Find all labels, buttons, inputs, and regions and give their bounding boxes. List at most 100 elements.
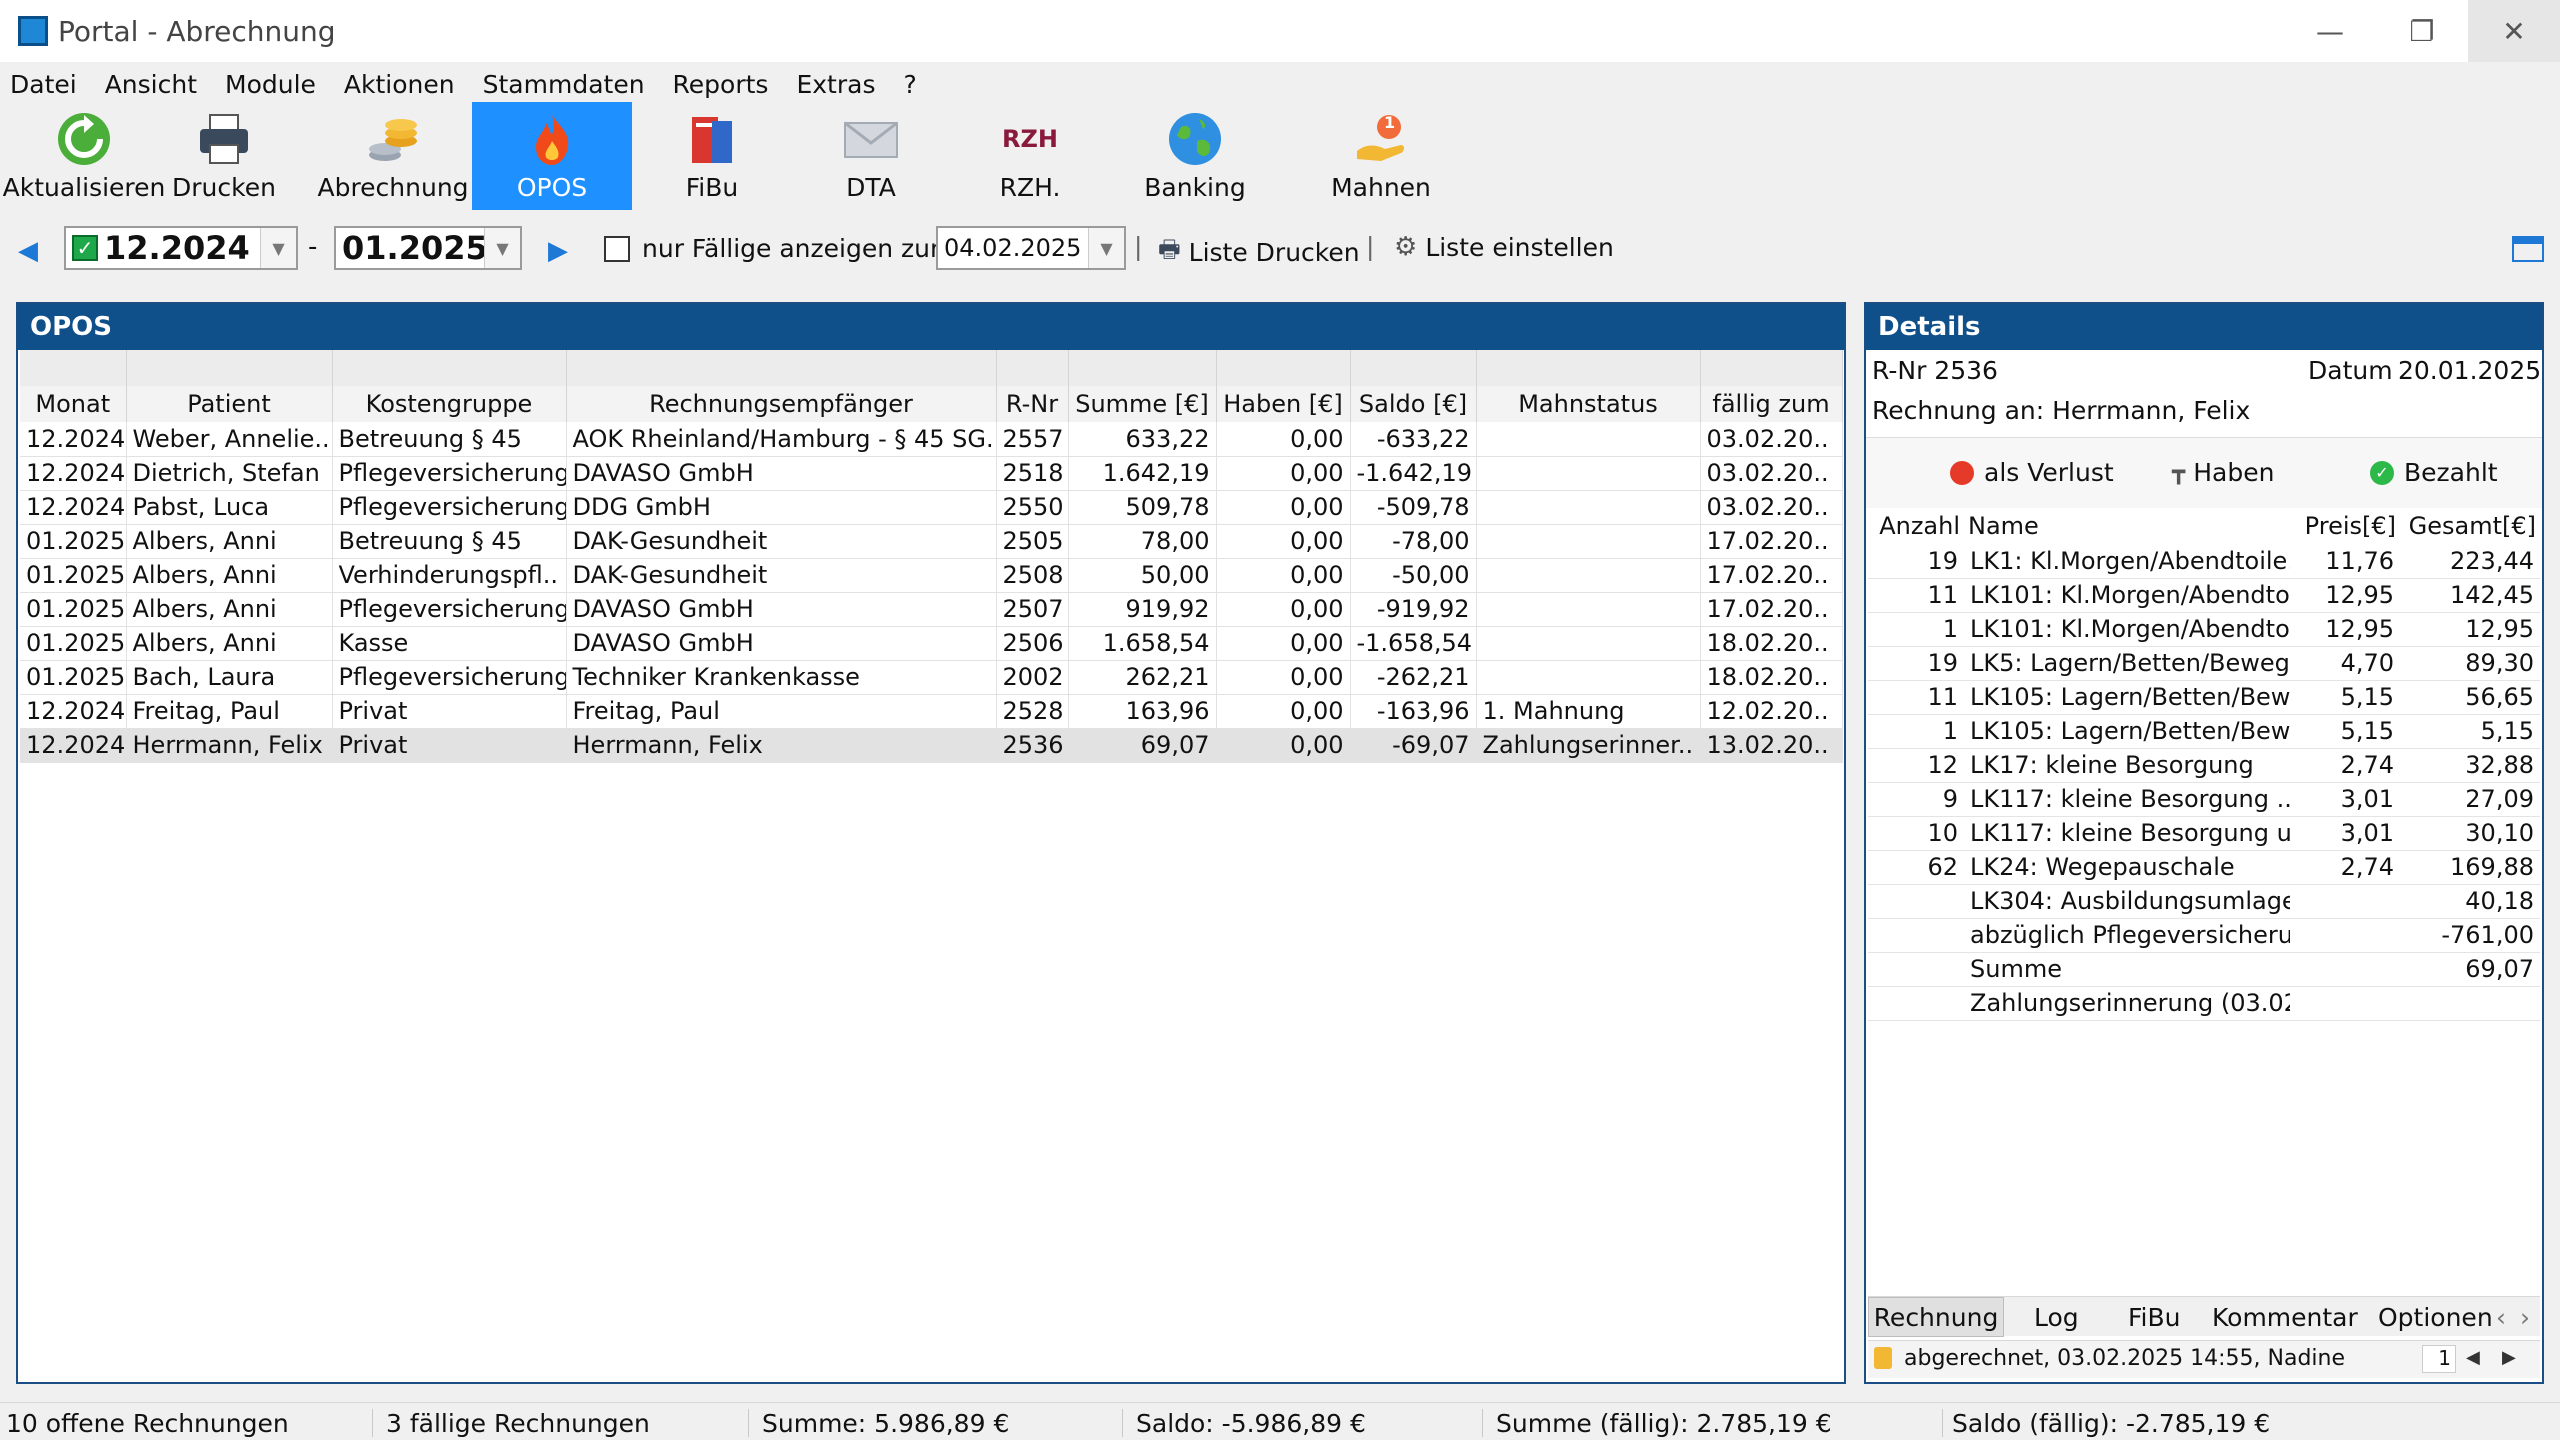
close-button[interactable]: ✕: [2468, 0, 2560, 62]
table-row[interactable]: 01.2025 Albers, Anni Kasse DAVASO GmbH 2506 1…: [20, 626, 1843, 661]
menu-stammdaten[interactable]: Stammdaten: [469, 70, 659, 99]
col-gesamt[interactable]: Gesamt[€]: [2400, 508, 2540, 544]
period-from-checkbox[interactable]: ✓: [72, 235, 98, 261]
table-cell: 12.2024: [20, 694, 127, 729]
item-cell: 12: [1868, 748, 1964, 783]
col-summe[interactable]: Summe [€]: [1068, 386, 1217, 422]
tab-scroll-right-icon[interactable]: ›: [2520, 1303, 2530, 1332]
print-list-button[interactable]: 🖶 Liste Drucken: [1158, 232, 1360, 273]
list-item[interactable]: 10 LK117: kleine Besorgung u.. 3,01 30,10: [1868, 816, 2540, 851]
refresh-button[interactable]: Aktualisieren: [3, 102, 165, 210]
dunning-button[interactable]: 1 Mahnen: [1326, 102, 1436, 210]
table-row[interactable]: 01.2025 Bach, Laura Pflegeversicherung Tech…: [20, 660, 1843, 695]
fibu-button[interactable]: FiBu: [662, 102, 762, 210]
list-item[interactable]: Summe 69,07: [1868, 952, 2540, 987]
col-patient[interactable]: Patient: [126, 386, 333, 422]
tab-log[interactable]: Log: [2034, 1303, 2079, 1332]
table-cell: [1476, 524, 1701, 559]
list-item[interactable]: 19 LK5: Lagern/Betten/Beweg.. 4,70 89,30: [1868, 646, 2540, 681]
table-row[interactable]: 01.2025 Albers, Anni Pflegeversicherung DAV…: [20, 592, 1843, 627]
col-kostengruppe[interactable]: Kostengruppe: [332, 386, 567, 422]
opos-label: OPOS: [516, 173, 588, 202]
menu-module[interactable]: Module: [211, 70, 330, 99]
chevron-down-icon[interactable]: ▼: [1088, 228, 1124, 268]
list-item[interactable]: 1 LK105: Lagern/Betten/Bew.. 5,15 5,15: [1868, 714, 2540, 749]
restore-button[interactable]: ❐: [2376, 0, 2468, 62]
list-item[interactable]: 12 LK17: kleine Besorgung 2,74 32,88: [1868, 748, 2540, 783]
page-next-icon[interactable]: ▶: [2502, 1347, 2516, 1368]
dta-button[interactable]: DTA: [826, 102, 916, 210]
menu-extras[interactable]: Extras: [782, 70, 889, 99]
table-row[interactable]: 12.2024 Freitag, Paul Privat Freitag, Paul 2…: [20, 694, 1843, 729]
only-due-checkbox[interactable]: [604, 236, 630, 262]
item-cell: 4,70: [2290, 646, 2400, 681]
col-preis[interactable]: Preis[€]: [2290, 508, 2400, 544]
col-rnr[interactable]: R-Nr: [996, 386, 1069, 422]
chevron-down-icon[interactable]: ▼: [484, 228, 520, 268]
print-button[interactable]: Drucken: [172, 102, 276, 210]
tab-rechnung[interactable]: Rechnung: [1868, 1297, 2004, 1337]
table-row[interactable]: 12.2024 Pabst, Luca Pflegeversicherung DDG …: [20, 490, 1843, 525]
table-cell: -50,00: [1350, 558, 1477, 593]
banking-button[interactable]: Banking: [1140, 102, 1250, 210]
minimize-button[interactable]: —: [2284, 0, 2376, 62]
next-period-arrow-icon[interactable]: ▶: [548, 236, 568, 266]
table-row[interactable]: 01.2025 Albers, Anni Betreuung § 45 DAK-Ges…: [20, 524, 1843, 559]
page-prev-icon[interactable]: ◀: [2466, 1347, 2480, 1368]
title-bar: Portal - Abrechnung — ❐ ✕: [0, 0, 2560, 62]
panel-toggle-icon[interactable]: [2512, 236, 2544, 262]
configure-list-button[interactable]: ⚙ Liste einstellen: [1394, 232, 1614, 262]
table-cell: 2002: [996, 660, 1069, 695]
table-row[interactable]: 12.2024 Herrmann, Felix Privat Herrmann, Fe…: [20, 728, 1843, 763]
list-item[interactable]: 62 LK24: Wegepauschale 2,74 169,88: [1868, 850, 2540, 885]
col-monat[interactable]: Monat: [20, 386, 127, 422]
period-to-combo[interactable]: 01.2025 ▼: [334, 226, 522, 270]
table-row[interactable]: 12.2024 Weber, Annelie.. Betreuung § 45 AOK…: [20, 422, 1843, 457]
table-cell: [1476, 490, 1701, 525]
list-item[interactable]: abzüglich Pflegeversicherung -761,00: [1868, 918, 2540, 953]
prev-period-arrow-icon[interactable]: ◀: [18, 236, 38, 266]
mark-loss-button[interactable]: als Verlust: [1950, 458, 2114, 487]
table-cell: 1.658,54: [1068, 626, 1217, 661]
menu-datei[interactable]: Datei: [0, 70, 91, 99]
menu-help[interactable]: ?: [889, 70, 930, 99]
list-item[interactable]: 1 LK101: Kl.Morgen/Abendto.. 12,95 12,95: [1868, 612, 2540, 647]
table-cell: 509,78: [1068, 490, 1217, 525]
list-item[interactable]: 9 LK117: kleine Besorgung .. 3,01 27,09: [1868, 782, 2540, 817]
menu-aktionen[interactable]: Aktionen: [330, 70, 469, 99]
col-haben[interactable]: Haben [€]: [1216, 386, 1351, 422]
books-icon: [684, 111, 740, 167]
list-item[interactable]: 11 LK101: Kl.Morgen/Abendto.. 12,95 142,45: [1868, 578, 2540, 613]
chevron-down-icon[interactable]: ▼: [260, 228, 296, 268]
list-item[interactable]: 11 LK105: Lagern/Betten/Bew.. 5,15 56,65: [1868, 680, 2540, 715]
table-row[interactable]: 12.2024 Dietrich, Stefan Pflegeversicherun…: [20, 456, 1843, 491]
dta-label: DTA: [846, 173, 896, 202]
tab-optionen[interactable]: Optionen: [2378, 1303, 2494, 1332]
menu-reports[interactable]: Reports: [659, 70, 783, 99]
tab-scroll-left-icon[interactable]: ‹: [2496, 1303, 2506, 1332]
col-faellig[interactable]: fällig zum: [1700, 386, 1843, 422]
billing-button[interactable]: Abrechnung: [317, 102, 469, 210]
refresh-icon: [56, 111, 112, 167]
list-item[interactable]: LK304: Ausbildungsumlage.. 40,18: [1868, 884, 2540, 919]
tab-kommentar[interactable]: Kommentar: [2212, 1303, 2358, 1332]
list-item[interactable]: 19 LK1: Kl.Morgen/Abendtoile.. 11,76 223,44: [1868, 544, 2540, 579]
col-saldo[interactable]: Saldo [€]: [1350, 386, 1477, 422]
list-item[interactable]: Zahlungserinnerung (03.02..: [1868, 986, 2540, 1021]
due-date-combo[interactable]: 04.02.2025 ▼: [936, 226, 1126, 270]
col-anzahl[interactable]: Anzahl: [1868, 508, 1964, 544]
period-from-combo[interactable]: ✓ 12.2024 ▼: [64, 226, 298, 270]
opos-panel: OPOS Monat Patient Kostengruppe Rechnung…: [16, 302, 1846, 1384]
table-row[interactable]: 01.2025 Albers, Anni Verhinderungspfl.. DAK…: [20, 558, 1843, 593]
rzh-button[interactable]: RZH RZH.: [980, 102, 1080, 210]
col-rechnungsempfaenger[interactable]: Rechnungsempfänger: [566, 386, 997, 422]
page-number-field[interactable]: 1: [2422, 1345, 2456, 1373]
mark-paid-button[interactable]: ✓ Bezahlt: [2370, 458, 2498, 487]
item-cell: 5,15: [2290, 680, 2400, 715]
menu-ansicht[interactable]: Ansicht: [91, 70, 211, 99]
tab-fibu[interactable]: FiBu: [2128, 1303, 2181, 1332]
col-mahnstatus[interactable]: Mahnstatus: [1476, 386, 1701, 422]
col-name[interactable]: Name: [1964, 508, 2290, 544]
opos-button[interactable]: OPOS: [472, 102, 632, 210]
credit-button[interactable]: ┳ Haben: [2172, 458, 2274, 487]
